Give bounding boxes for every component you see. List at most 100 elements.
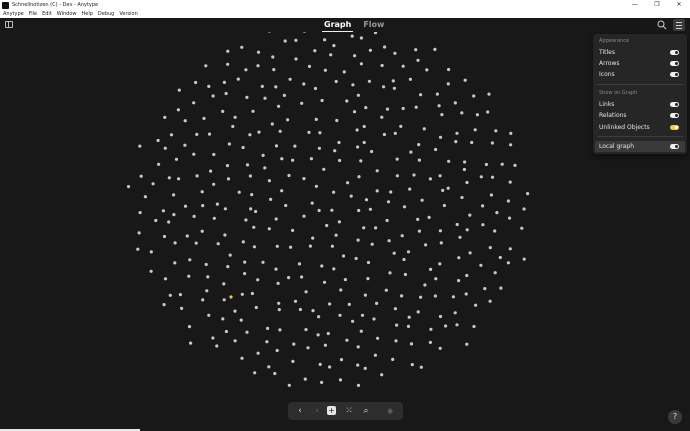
graph-node[interactable] — [332, 44, 336, 48]
graph-node[interactable] — [325, 223, 329, 228]
graph-node[interactable] — [278, 129, 282, 133]
search-icon[interactable]: ⌕ — [360, 405, 372, 417]
icons-toggle[interactable] — [670, 72, 679, 77]
relations-toggle[interactable] — [670, 113, 679, 118]
graph-node[interactable] — [302, 214, 306, 218]
graph-node[interactable] — [168, 293, 172, 297]
graph-node[interactable] — [393, 131, 397, 135]
toggle-row-local-graph[interactable]: Local graph — [595, 141, 685, 152]
graph-node[interactable] — [277, 301, 281, 305]
graph-node[interactable] — [508, 180, 512, 184]
toggle-row-titles[interactable]: Titles — [595, 47, 685, 58]
graph-node[interactable] — [455, 323, 459, 327]
graph-node[interactable] — [224, 91, 228, 96]
graph-node[interactable] — [484, 162, 488, 167]
titles-toggle[interactable] — [670, 50, 679, 55]
graph-node[interactable] — [460, 195, 464, 200]
graph-node[interactable] — [328, 365, 332, 369]
graph-node[interactable] — [172, 193, 176, 197]
graph-node[interactable] — [417, 229, 421, 233]
graph-node[interactable] — [240, 45, 244, 49]
graph-node[interactable] — [307, 130, 311, 134]
graph-node[interactable] — [433, 47, 437, 51]
record-icon[interactable]: ◉ — [384, 405, 396, 417]
graph-node[interactable] — [154, 218, 158, 223]
graph-node[interactable] — [393, 307, 397, 311]
graph-node[interactable] — [395, 174, 399, 178]
graph-node[interactable] — [495, 211, 499, 215]
graph-node[interactable] — [428, 340, 432, 344]
graph-node[interactable] — [392, 251, 396, 255]
graph-node[interactable] — [256, 50, 261, 54]
graph-node[interactable] — [412, 173, 416, 177]
graph-node[interactable] — [419, 365, 423, 369]
graph-node[interactable] — [488, 246, 492, 250]
graph-node[interactable] — [274, 217, 278, 221]
graph-node[interactable] — [292, 342, 296, 346]
graph-node[interactable] — [401, 106, 405, 111]
graph-node[interactable] — [356, 93, 360, 97]
graph-node[interactable] — [304, 290, 308, 294]
graph-node[interactable] — [438, 174, 442, 178]
graph-node[interactable] — [245, 95, 249, 99]
graph-node[interactable] — [318, 362, 322, 366]
graph-node[interactable] — [487, 92, 491, 96]
graph-node[interactable] — [326, 331, 330, 336]
graph-node[interactable] — [416, 217, 420, 221]
graph-node[interactable] — [368, 207, 372, 211]
graph-node[interactable] — [395, 323, 399, 327]
graph-node[interactable] — [350, 34, 354, 38]
graph-node[interactable] — [233, 309, 237, 313]
graph-node[interactable] — [265, 340, 269, 344]
graph-node[interactable] — [372, 317, 376, 321]
graph-node[interactable] — [438, 346, 442, 350]
graph-node[interactable] — [189, 341, 193, 345]
graph-node[interactable] — [498, 255, 502, 260]
graph-node[interactable] — [195, 132, 199, 136]
graph-node[interactable] — [317, 146, 321, 150]
graph-node[interactable] — [149, 250, 153, 254]
graph-node[interactable] — [353, 54, 357, 58]
graph-node[interactable] — [391, 357, 395, 361]
toggle-row-relations[interactable]: Relations — [595, 110, 685, 121]
graph-node[interactable] — [215, 202, 219, 206]
graph-node[interactable] — [309, 157, 313, 161]
graph-node[interactable] — [283, 39, 287, 43]
graph-node[interactable] — [388, 271, 392, 275]
graph-node[interactable] — [287, 276, 291, 280]
graph-node[interactable] — [355, 128, 359, 132]
menu-edit[interactable]: Edit — [42, 10, 52, 18]
unlinked-objects-toggle[interactable] — [670, 125, 679, 130]
graph-node[interactable] — [215, 344, 219, 348]
graph-node[interactable] — [260, 84, 264, 88]
graph-node[interactable] — [509, 131, 513, 135]
graph-node[interactable] — [417, 143, 421, 147]
graph-node[interactable] — [138, 144, 142, 148]
graph-node[interactable] — [289, 245, 293, 249]
graph-node[interactable] — [455, 222, 459, 227]
graph-node[interactable] — [373, 353, 377, 357]
graph-node[interactable] — [207, 132, 212, 136]
graph-node[interactable] — [322, 280, 327, 284]
graph-node[interactable] — [401, 64, 405, 68]
graph-node[interactable] — [457, 279, 461, 283]
graph-node[interactable] — [338, 378, 343, 382]
graph-node[interactable] — [339, 358, 344, 362]
graph-node[interactable] — [167, 176, 171, 180]
graph-node[interactable] — [375, 301, 379, 305]
graph-node[interactable] — [468, 213, 472, 217]
graph-node[interactable] — [328, 302, 332, 306]
graph-node[interactable] — [359, 159, 363, 163]
graph-node[interactable] — [337, 140, 341, 145]
graph-node[interactable] — [194, 80, 198, 85]
graph-node[interactable] — [486, 110, 490, 114]
graph-node[interactable] — [307, 64, 312, 68]
graph-node[interactable] — [446, 186, 450, 190]
graph-node[interactable] — [316, 333, 320, 337]
graph-node[interactable] — [263, 166, 267, 170]
graph-node[interactable] — [470, 140, 474, 145]
graph-node[interactable] — [233, 115, 237, 119]
graph-node[interactable] — [479, 175, 483, 179]
graph-node[interactable] — [338, 158, 342, 163]
graph-node[interactable] — [192, 152, 196, 156]
